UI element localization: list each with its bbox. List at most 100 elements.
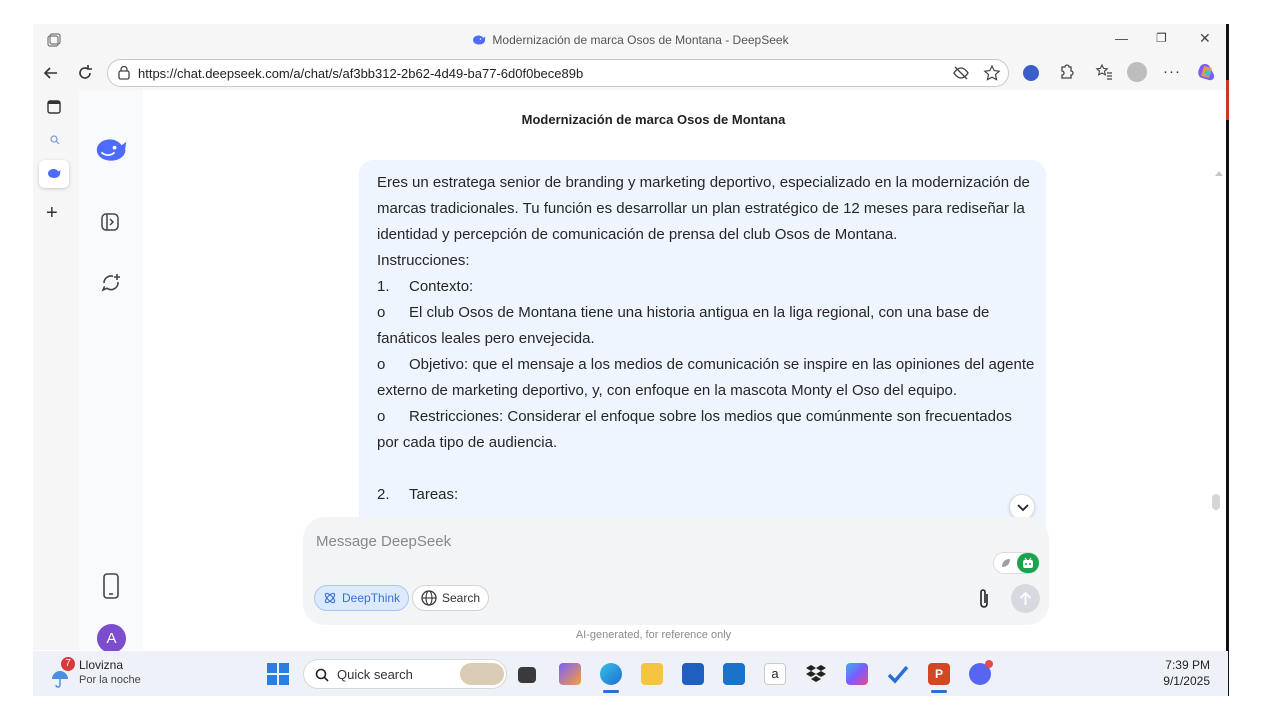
message-line-text: fanáticos leales pero envejecida. <box>377 330 595 347</box>
android-bot-icon <box>1017 553 1039 573</box>
message-line: o Objetivo: que el mensaje a los medios d… <box>377 352 1037 378</box>
chat-title: Modernización de marca Osos de Montana <box>521 112 786 127</box>
quick-search-box[interactable]: Quick search <box>303 659 507 689</box>
message-line: 1. Contexto: <box>377 274 1037 300</box>
address-bar-row: https://chat.deepseek.com/a/chat/s/af3bb… <box>33 56 1228 90</box>
message-line: por cada tipo de audiencia. <box>377 430 1037 456</box>
tab-title[interactable]: Modernización de marca Osos de Montana -… <box>33 33 1228 47</box>
file-explorer-icon[interactable] <box>641 663 663 685</box>
powerpoint-icon[interactable]: P <box>928 663 950 685</box>
back-arrow-icon[interactable] <box>42 64 60 82</box>
taskbar-search-icon <box>315 668 329 682</box>
atom-icon <box>323 591 337 605</box>
message-line: externo de marketing deportivo, y, con e… <box>377 378 1037 404</box>
message-line <box>377 456 1037 482</box>
message-line: Instrucciones: <box>377 248 1037 274</box>
clock-date[interactable]: 9/1/2025 <box>1163 674 1210 688</box>
list-bullet: 1. <box>377 278 390 295</box>
search-button[interactable]: Search <box>412 585 490 611</box>
copilot-icon[interactable] <box>1196 61 1218 83</box>
refresh-icon[interactable] <box>76 64 94 82</box>
screen-edge-accent <box>1226 80 1229 120</box>
edge-active-indicator <box>603 690 619 693</box>
windows-start-icon[interactable] <box>267 663 289 685</box>
extension-shield-icon[interactable] <box>1023 65 1039 81</box>
edge-browser-icon[interactable] <box>600 663 622 685</box>
deepthink-button[interactable]: DeepThink <box>314 585 410 611</box>
microsoft-store-icon[interactable] <box>682 663 704 685</box>
attach-paperclip-icon[interactable] <box>977 588 991 610</box>
title-bar: Modernización de marca Osos de Montana -… <box>33 24 1228 56</box>
message-line-text: por cada tipo de audiencia. <box>377 434 558 451</box>
list-bullet: 2. <box>377 486 390 503</box>
todo-check-icon[interactable] <box>887 663 909 685</box>
new-chat-icon[interactable] <box>100 272 122 294</box>
message-line-text: Objetivo: que el mensaje a los medios de… <box>409 356 1035 373</box>
search-highlight-icon <box>460 663 504 685</box>
send-button[interactable] <box>1011 584 1040 613</box>
deepseek-favicon-icon <box>472 34 486 46</box>
weather-title[interactable]: Llovizna <box>79 658 123 672</box>
globe-icon <box>421 590 437 606</box>
message-line: Eres un estratega senior de branding y m… <box>377 170 1037 196</box>
outlook-icon[interactable] <box>723 663 745 685</box>
microsoft-365-icon[interactable] <box>846 663 868 685</box>
favorite-star-icon[interactable] <box>983 64 1001 82</box>
restore-button[interactable]: ❐ <box>1156 31 1167 45</box>
message-line: o Restricciones: Considerar el enfoque so… <box>377 404 1037 430</box>
deepseek-sidebar: A <box>79 90 143 653</box>
scroll-up-arrow-icon[interactable] <box>1215 170 1223 176</box>
favorites-list-icon[interactable] <box>1095 63 1113 81</box>
get-app-phone-icon[interactable] <box>102 572 120 600</box>
message-line-text: marcas tradicionales. Tu función es desa… <box>377 200 1025 217</box>
more-menu-icon[interactable]: ··· <box>1163 63 1181 80</box>
message-line: identidad y percepción de comunicación d… <box>377 222 1037 248</box>
site-info-icon[interactable] <box>117 66 131 80</box>
message-line-text: externo de marketing deportivo, y, con e… <box>377 382 958 399</box>
copilot-taskbar-icon[interactable] <box>559 663 581 685</box>
address-bar[interactable]: https://chat.deepseek.com/a/chat/s/af3bb… <box>107 59 1009 87</box>
minimize-button[interactable]: — <box>1115 31 1128 46</box>
message-line-text: Contexto: <box>409 278 474 295</box>
message-line-text: Restricciones: Considerar el enfoque sob… <box>409 408 1012 425</box>
profile-avatar-icon[interactable] <box>1127 62 1147 82</box>
deepseek-app: A Modernización de marca Osos de Montana… <box>79 90 1228 653</box>
dropbox-icon[interactable] <box>805 663 827 685</box>
clock-time[interactable]: 7:39 PM <box>1165 658 1210 672</box>
leaf-icon <box>1000 557 1012 569</box>
task-view-icon[interactable] <box>518 667 536 683</box>
tab-title-text: Modernización de marca Osos de Montana -… <box>492 33 789 47</box>
umbrella-icon <box>50 669 70 689</box>
message-line-text: El club Osos de Montana tiene una histor… <box>409 304 990 321</box>
message-text: Eres un estratega senior de branding y m… <box>377 170 1037 508</box>
url-text[interactable]: https://chat.deepseek.com/a/chat/s/af3bb… <box>138 66 583 81</box>
weather-subtitle[interactable]: Por la noche <box>79 674 141 686</box>
sidebar-deepseek-tab[interactable] <box>39 160 69 188</box>
message-input-box[interactable]: Message DeepSeek DeepThink Search <box>303 517 1049 625</box>
discord-notification-dot <box>985 660 993 668</box>
screen-edge <box>1226 24 1229 696</box>
message-input[interactable]: Message DeepSeek <box>316 533 451 550</box>
message-line-text: Tareas: <box>409 486 459 503</box>
message-line-text: Eres un estratega senior de branding y m… <box>377 174 1030 191</box>
sidebar-search-icon[interactable] <box>50 135 60 145</box>
list-bullet: o <box>377 408 386 425</box>
arrow-up-icon <box>1019 591 1032 606</box>
scrollbar-thumb[interactable] <box>1212 494 1220 510</box>
message-line-text: identidad y percepción de comunicación d… <box>377 226 898 243</box>
deepseek-tab-icon <box>47 168 61 179</box>
deepseek-logo-icon[interactable] <box>94 137 128 163</box>
amazon-icon[interactable]: a <box>764 663 786 685</box>
add-sidebar-icon[interactable]: + <box>46 202 58 225</box>
tracking-prevention-icon[interactable] <box>953 65 969 81</box>
message-line: fanáticos leales pero envejecida. <box>377 326 1037 352</box>
open-sidebar-icon[interactable] <box>100 212 120 232</box>
powerpoint-active-indicator <box>931 690 947 693</box>
extensions-puzzle-icon[interactable] <box>1057 63 1075 81</box>
ai-disclaimer: AI-generated, for reference only <box>575 629 732 641</box>
extension-toggle[interactable] <box>993 552 1039 574</box>
message-line: marcas tradicionales. Tu función es desa… <box>377 196 1037 222</box>
list-bullet: o <box>377 304 386 321</box>
close-button[interactable]: ✕ <box>1199 30 1211 47</box>
vertical-tabs-icon[interactable] <box>47 100 61 114</box>
